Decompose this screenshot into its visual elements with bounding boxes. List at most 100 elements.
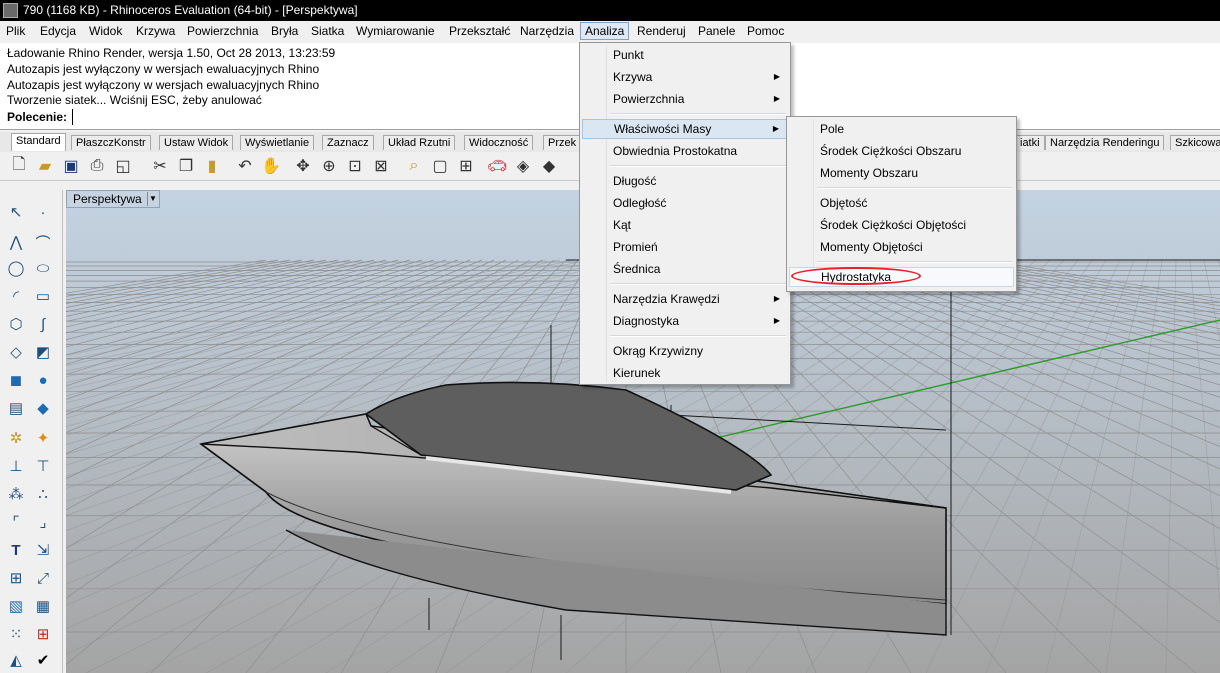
explode-icon[interactable]: ✦ (31, 426, 55, 450)
mesh-tools-icon[interactable]: ▦ (31, 594, 55, 618)
save-icon[interactable]: ▣ (60, 155, 82, 177)
surface-corner-icon[interactable]: ◇ (4, 340, 28, 364)
chamfer-icon[interactable]: ⌟ (31, 510, 55, 534)
menu-edycja[interactable]: Edycja (40, 24, 76, 38)
rotate-view-icon[interactable]: ✥ (292, 155, 314, 177)
menu-item-momenty-objetosci[interactable]: Momenty Objętości (789, 237, 1014, 257)
tab-standard[interactable]: Standard (11, 133, 66, 151)
tab-plaszczkonstr[interactable]: PłaszczKonstr (71, 135, 151, 150)
scale-icon[interactable]: ⤢ (31, 566, 55, 590)
zoom-selected-icon[interactable]: ⌕ (403, 155, 425, 177)
menu-item-hydrostatyka[interactable]: Hydrostatyka (789, 267, 1014, 287)
menu-item-odleglosc[interactable]: Odległość (582, 193, 788, 213)
cylinder-icon[interactable]: ▤ (4, 396, 28, 420)
group-icon[interactable]: ⁂ (4, 482, 28, 506)
menu-item-narzedzia-krawedzi[interactable]: Narzędzia Krawędzi ▶ (582, 289, 788, 309)
menu-pomoc[interactable]: Pomoc (747, 24, 784, 38)
paste-icon[interactable]: ▮ (201, 155, 223, 177)
menu-item-momenty-obszaru[interactable]: Momenty Obszaru (789, 163, 1014, 183)
menu-plik[interactable]: Plik (6, 24, 25, 38)
shaded-icon[interactable]: ◆ (538, 155, 560, 177)
viewport-max-icon[interactable]: ▢ (429, 155, 451, 177)
array-icon[interactable]: ⁙ (4, 622, 28, 646)
dimension-icon[interactable]: ⇲ (31, 538, 55, 562)
menu-narzedzia[interactable]: Narzędzia (520, 24, 574, 38)
menu-renderuj[interactable]: Renderuj (637, 24, 686, 38)
polyline-icon[interactable]: ⋀ (4, 230, 28, 254)
zoom-extents-icon[interactable]: ⊠ (370, 155, 392, 177)
menu-item-pole[interactable]: Pole (789, 119, 1014, 139)
menu-item-punkt[interactable]: Punkt (582, 45, 788, 65)
curve-icon[interactable]: ⌒ (31, 230, 55, 254)
viewport-title-tab[interactable]: Perspektywa ▼ (66, 190, 160, 208)
menu-item-wlasciwosci-masy[interactable]: Właściwości Masy ▶ (582, 119, 788, 139)
menu-powierzchnia[interactable]: Powierzchnia (187, 24, 258, 38)
menu-item-diagnostyka[interactable]: Diagnostyka ▶ (582, 311, 788, 331)
open-folder-icon[interactable]: ▰ (34, 155, 56, 177)
polygon-icon[interactable]: ⬡ (4, 312, 28, 336)
menu-item-dlugosc[interactable]: Długość (582, 171, 788, 191)
tab-szkicowa[interactable]: Szkicowa (1170, 135, 1220, 150)
tab-ustaw-widok[interactable]: Ustaw Widok (159, 135, 234, 150)
pan-hand-icon[interactable]: ✋ (260, 155, 282, 177)
import-icon[interactable]: ◱ (112, 155, 134, 177)
menu-item-okrag-krzywizny[interactable]: Okrąg Krzywizny (582, 341, 788, 361)
rectangle-icon[interactable]: ▭ (31, 284, 55, 308)
menu-krzywa[interactable]: Krzywa (136, 24, 175, 38)
select-arrow-icon[interactable]: ↖ (4, 200, 28, 224)
menu-widok[interactable]: Widok (89, 24, 122, 38)
fillet-icon[interactable]: ⌜ (4, 510, 28, 534)
box-solid-icon[interactable]: ◼ (4, 368, 28, 392)
tab-przeksztalc[interactable]: Przek (543, 135, 582, 150)
tab-widocznosc[interactable]: Widoczność (464, 135, 534, 150)
tab-narzedzia-renderingu[interactable]: Narzędzia Renderingu (1045, 135, 1165, 150)
menu-item-kat[interactable]: Kąt (582, 215, 788, 235)
transform-icon[interactable]: ⊞ (4, 566, 28, 590)
rhino-app-icon[interactable] (3, 3, 18, 18)
text-object-icon[interactable]: T (4, 538, 28, 562)
menu-item-srodek-ciezkosci-obszaru[interactable]: Środek Ciężkości Obszaru (789, 141, 1014, 161)
menu-item-promien[interactable]: Promień (582, 237, 788, 257)
ellipse-icon[interactable]: ⬭ (31, 256, 55, 280)
copy-icon[interactable]: ❐ (175, 155, 197, 177)
cut-icon[interactable]: ✂ (149, 155, 171, 177)
render-tools-icon[interactable]: ◭ (4, 648, 28, 672)
tab-zaznacz[interactable]: Zaznacz (322, 135, 374, 150)
render-car-icon[interactable]: 🚗︎ (486, 155, 508, 177)
menu-panele[interactable]: Panele (698, 24, 735, 38)
menu-item-kierunek[interactable]: Kierunek (582, 363, 788, 383)
ungroup-icon[interactable]: ∴ (31, 482, 55, 506)
zoom-dynamic-icon[interactable]: ⊕ (318, 155, 340, 177)
command-input[interactable] (72, 109, 577, 125)
menu-item-krzywa[interactable]: Krzywa ▶ (582, 67, 788, 87)
sphere-solid-icon[interactable]: ● (31, 368, 55, 392)
mesh-plane-icon[interactable]: ◆ (31, 396, 55, 420)
menu-item-powierzchnia[interactable]: Powierzchnia ▶ (582, 89, 788, 109)
circle-icon[interactable]: ◯ (4, 256, 28, 280)
point-icon[interactable]: · (31, 200, 55, 224)
tab-wyswietlanie[interactable]: Wyświetlanie (240, 135, 315, 150)
freeform-icon[interactable]: ∫ (31, 312, 55, 336)
menu-item-objetosc[interactable]: Objętość (789, 193, 1014, 213)
new-file-icon[interactable]: 🗋 (8, 155, 30, 177)
extrude-surface-icon[interactable]: ◩ (31, 340, 55, 364)
check-icon[interactable]: ✔ (31, 648, 55, 672)
menu-item-obwiednia-prostokatna[interactable]: Obwiednia Prostokatna (582, 141, 788, 161)
tab-siatki[interactable]: iatki (1015, 135, 1045, 150)
menu-item-srodek-ciezkosci-objetosci[interactable]: Środek Ciężkości Objętości (789, 215, 1014, 235)
menu-analiza[interactable]: Analiza (580, 22, 630, 40)
menu-bryla[interactable]: Bryła (271, 24, 298, 38)
undo-icon[interactable]: ↶ (234, 155, 256, 177)
split-icon[interactable]: ⊤ (31, 454, 55, 478)
menu-wymiarowanie[interactable]: Wymiarowanie (356, 24, 435, 38)
zoom-window-icon[interactable]: ⊡ (344, 155, 366, 177)
menu-item-srednica[interactable]: Średnica (582, 259, 788, 279)
arc-icon[interactable]: ◜ (4, 284, 28, 308)
gear-tools-icon[interactable]: ✲ (4, 426, 28, 450)
solid-tools-icon[interactable]: ▧ (4, 594, 28, 618)
tab-uklad-rzutni[interactable]: Układ Rzutni (383, 135, 456, 150)
analysis-icon[interactable]: ⊞ (31, 622, 55, 646)
menu-siatka[interactable]: Siatka (311, 24, 344, 38)
four-viewports-icon[interactable]: ⊞ (455, 155, 477, 177)
viewport-dropdown-icon[interactable]: ▼ (147, 192, 158, 206)
